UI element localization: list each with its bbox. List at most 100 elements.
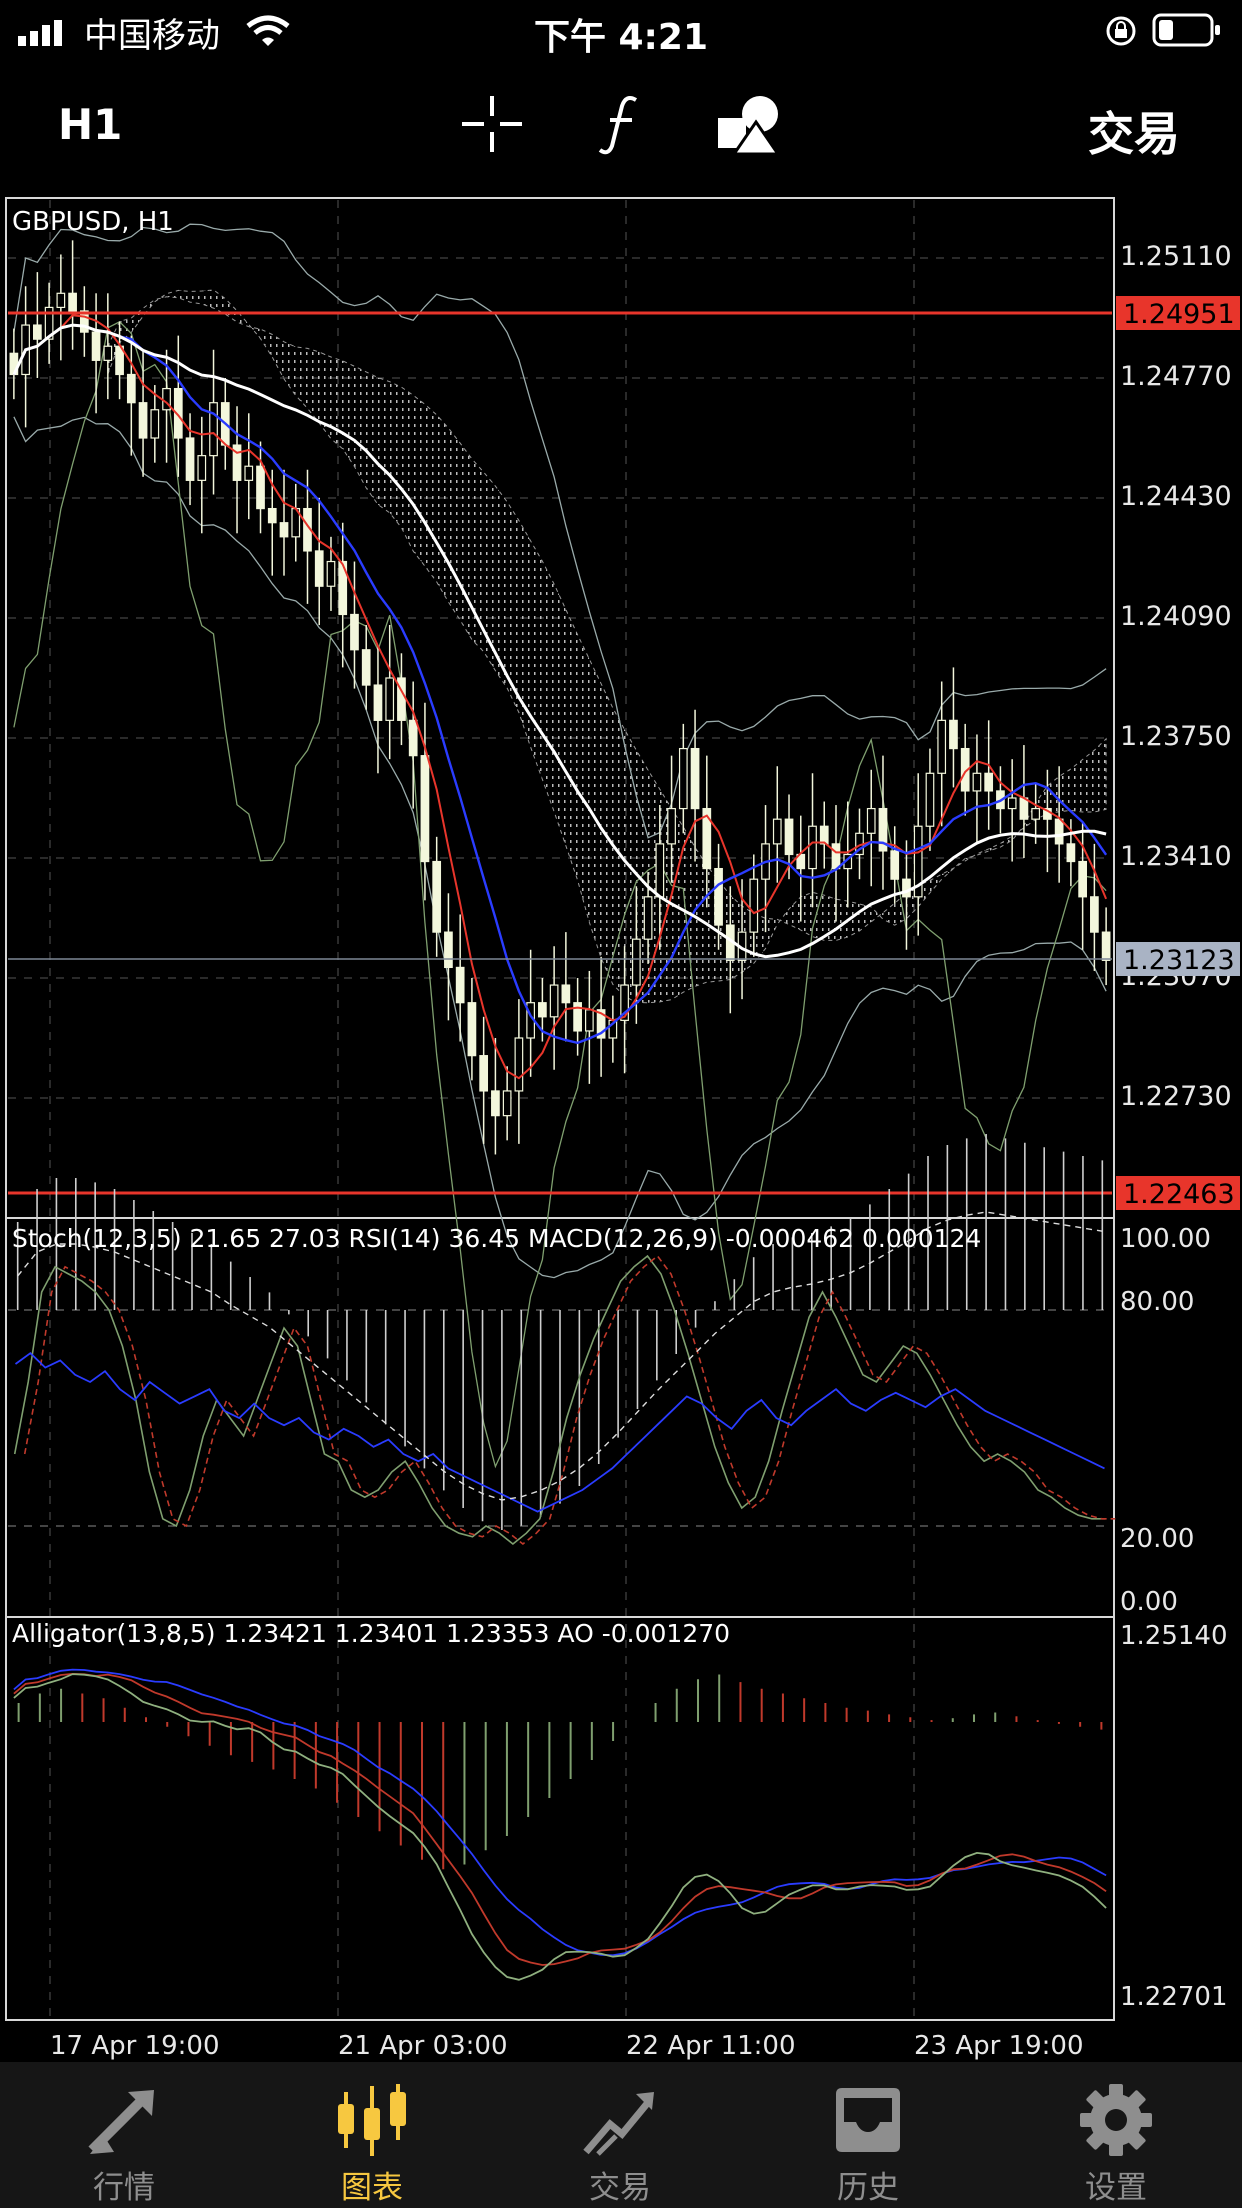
candle-body xyxy=(408,719,418,757)
lower-band xyxy=(13,416,1107,1279)
candle-body xyxy=(150,409,160,439)
scale-tick: 1.25140 xyxy=(1120,1621,1228,1651)
candle-body xyxy=(326,560,336,587)
tab-label: 交易 xyxy=(589,2170,651,2206)
bottom-tab-bar: 行情 图表 交易 历史 设置 xyxy=(0,2062,1242,2208)
candle-body xyxy=(267,507,277,524)
alligator-lips xyxy=(13,1673,1107,1981)
candle-body xyxy=(1031,807,1041,820)
time-axis: 17 Apr 19:00 21 Apr 03:00 22 Apr 11:00 2… xyxy=(50,2031,1084,2061)
price-tick: 1.22730 xyxy=(1120,1081,1232,1112)
indicator1-label: Stoch(12,3,5) 21.65 27.03 RSI(14) 36.45 … xyxy=(12,1224,981,1253)
candle-body xyxy=(314,550,324,587)
candle-body xyxy=(538,1002,547,1018)
candle-body xyxy=(1066,843,1076,863)
candle-body xyxy=(678,747,688,810)
candle-body xyxy=(256,465,265,510)
clock: 下午 4:21 xyxy=(533,17,709,58)
symbol-label: GBPUSD, H1 xyxy=(12,207,174,237)
tab-trade[interactable]: 交易 xyxy=(496,2062,744,2208)
candle-body xyxy=(690,747,700,810)
price-tick: 1.24770 xyxy=(1120,361,1232,392)
candle-body xyxy=(103,345,113,361)
time-tick: 17 Apr 19:00 xyxy=(50,2031,220,2061)
candle-body xyxy=(585,1009,594,1032)
main-chart-panel xyxy=(5,197,1115,2021)
candle-body xyxy=(420,755,430,863)
candle-body xyxy=(467,1002,477,1057)
crosshair-icon[interactable] xyxy=(460,92,524,156)
candle-body xyxy=(68,292,77,312)
candle-body xyxy=(925,772,935,827)
battery-icon xyxy=(1152,13,1220,47)
scale-tick: 1.22701 xyxy=(1120,1982,1228,2012)
candle-body xyxy=(491,1090,500,1117)
candle-body xyxy=(350,613,359,651)
price-tick: 1.23750 xyxy=(1120,721,1232,752)
candle-body xyxy=(1007,797,1017,810)
candle-body xyxy=(808,825,817,870)
tab-quotes[interactable]: 行情 xyxy=(0,2062,248,2208)
scale-tick: 0.00 xyxy=(1120,1587,1178,1617)
candle-body xyxy=(514,1037,524,1092)
candle-body xyxy=(209,402,218,457)
candle-body xyxy=(667,807,676,845)
price-tick: 1.24430 xyxy=(1120,481,1232,512)
candle-body xyxy=(772,818,782,845)
scale-tick: 20.00 xyxy=(1120,1524,1194,1554)
tab-chart[interactable]: 图表 xyxy=(248,2062,496,2208)
candle-body xyxy=(866,807,876,834)
function-icon[interactable] xyxy=(596,92,646,156)
time-tick: 22 Apr 11:00 xyxy=(626,2031,796,2061)
chart-icon xyxy=(338,2084,406,2156)
price-tick: 1.23410 xyxy=(1120,841,1232,872)
candle-body xyxy=(714,867,723,926)
candle-body xyxy=(1101,931,1111,961)
shapes-icon[interactable] xyxy=(716,92,786,156)
chart-toolbar: H1 交易 xyxy=(0,62,1242,192)
quotes-icon xyxy=(88,2090,154,2154)
candle-body xyxy=(949,719,958,750)
timeframe-button[interactable]: H1 xyxy=(58,100,122,149)
time-tick: 21 Apr 03:00 xyxy=(338,2031,508,2061)
candle-body xyxy=(502,1090,512,1117)
tab-settings[interactable]: 设置 xyxy=(992,2062,1240,2208)
scale-tick: 80.00 xyxy=(1120,1287,1194,1317)
candle-body xyxy=(1054,818,1064,845)
candle-body xyxy=(984,772,994,792)
rotation-lock-icon xyxy=(1106,16,1136,46)
history-icon xyxy=(836,2088,900,2152)
upper-level-badge: 1.24951 xyxy=(1123,299,1235,330)
tab-history[interactable]: 历史 xyxy=(744,2062,992,2208)
candle-body xyxy=(385,677,395,721)
candle-body xyxy=(749,878,759,933)
candle-body xyxy=(244,465,254,481)
alligator-jaw xyxy=(13,1668,1107,1957)
candle-body xyxy=(138,402,148,439)
scale-tick: 100.00 xyxy=(1120,1224,1211,1254)
candle-body xyxy=(831,843,841,870)
price-tick: 1.25110 xyxy=(1120,241,1232,272)
candle-body xyxy=(1090,896,1099,933)
tab-label: 图表 xyxy=(341,2170,403,2206)
trade-button[interactable]: 交易 xyxy=(1088,98,1180,164)
ichimoku-cloud xyxy=(107,289,1107,1004)
candle-body xyxy=(561,984,571,1004)
candle-body xyxy=(819,825,829,845)
candle-body xyxy=(890,850,900,880)
time-tick: 23 Apr 19:00 xyxy=(914,2031,1084,2061)
candle-body xyxy=(126,373,136,404)
candle-body xyxy=(432,860,442,933)
candle-body xyxy=(655,843,665,898)
current-price-badge: 1.23123 xyxy=(1123,945,1235,976)
price-chart[interactable]: GBPUSD, H1 1.25110 1.24770 1.24430 1.240… xyxy=(0,192,1242,2062)
indicator2-scale: 1.25140 1.22701 xyxy=(1120,1621,1228,2012)
candle-body xyxy=(643,896,653,940)
tab-label: 设置 xyxy=(1085,2170,1147,2206)
alligator-teeth xyxy=(13,1672,1107,1966)
price-axis: 1.25110 1.24770 1.24430 1.24090 1.23750 … xyxy=(1120,241,1232,1112)
candle-body xyxy=(631,938,641,986)
lower-level-badge: 1.22463 xyxy=(1123,1179,1235,1210)
candle-body xyxy=(373,684,383,721)
candle-body xyxy=(279,522,289,538)
